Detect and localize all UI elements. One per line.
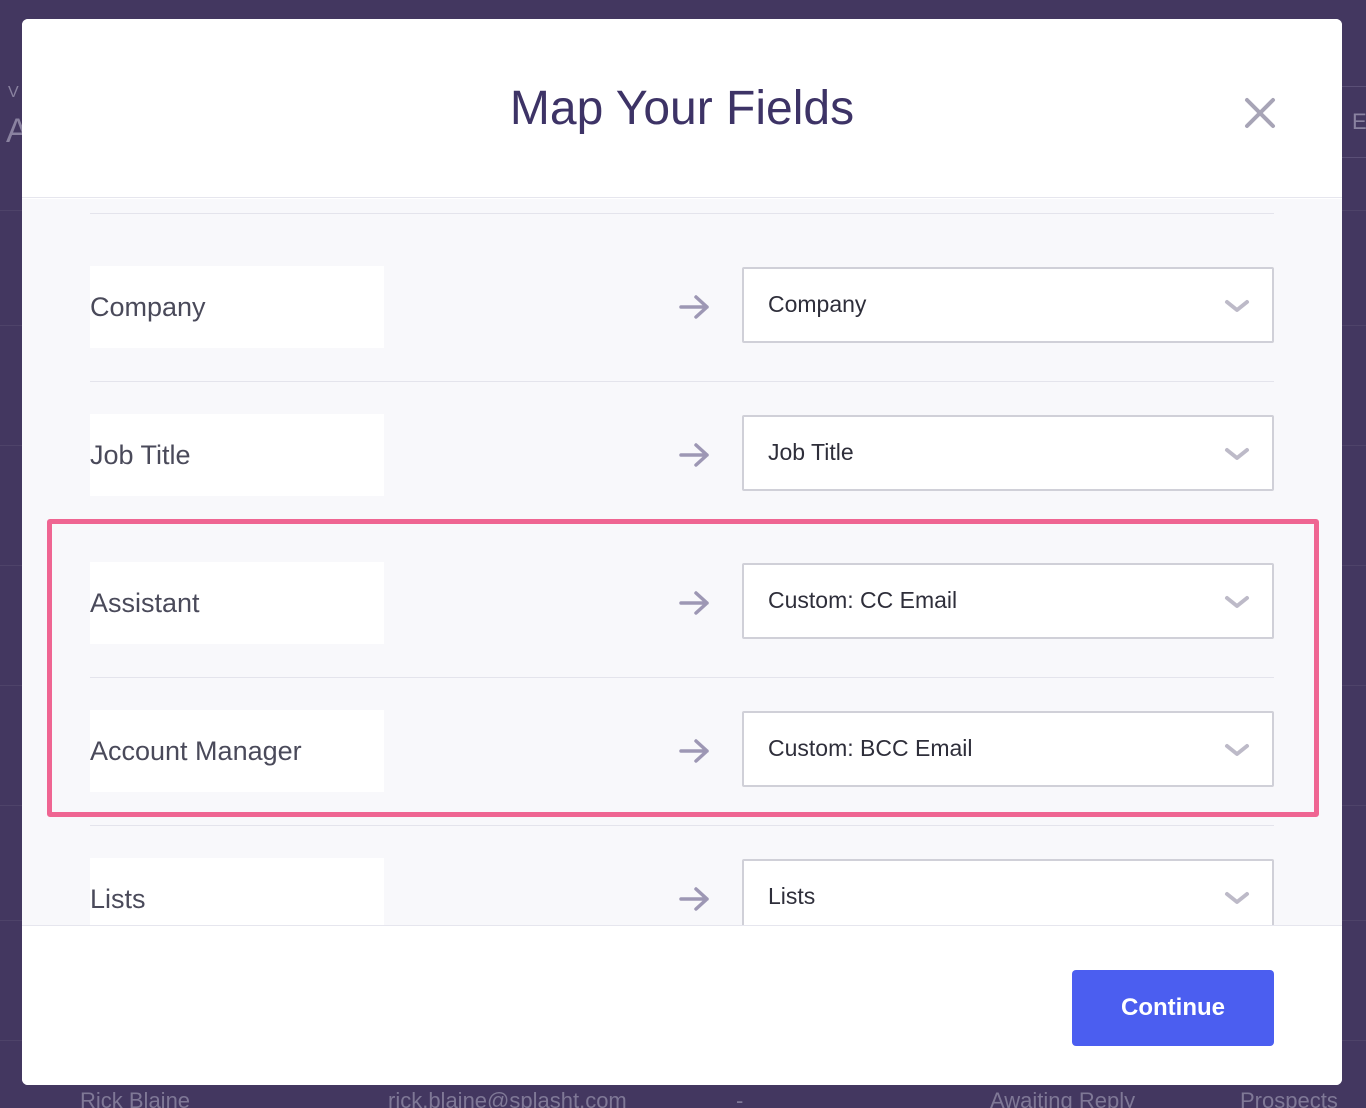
source-field-label: Company	[90, 291, 206, 322]
arrow-right-icon	[678, 736, 712, 766]
background-cell-list: Prospects	[1240, 1088, 1338, 1108]
background-divider	[1342, 920, 1366, 921]
mapping-row: Company Company	[22, 266, 1342, 348]
background-divider	[0, 920, 22, 921]
background-divider	[1342, 210, 1366, 211]
background-divider	[1342, 325, 1366, 326]
arrow-right-icon	[678, 440, 712, 470]
target-field-value: Company	[768, 291, 867, 317]
source-field-label: Account Manager	[90, 735, 302, 766]
arrow-right-icon	[678, 292, 712, 322]
target-field-select[interactable]: Custom: BCC Email	[742, 711, 1274, 787]
background-divider	[0, 805, 22, 806]
background-divider	[0, 325, 22, 326]
field-mapping-list[interactable]: Company Company Job Title Job Title Assi…	[22, 199, 1342, 925]
map-fields-modal: Map Your Fields Company Company Job Titl…	[22, 19, 1342, 1085]
target-field-select[interactable]: Lists	[742, 859, 1274, 925]
source-field: Lists	[90, 858, 384, 925]
background-cell-email: rick.blaine@splasht.com	[388, 1088, 627, 1108]
chevron-down-icon	[1224, 297, 1250, 315]
modal-footer: Continue	[22, 925, 1342, 1085]
target-field-select[interactable]: Custom: CC Email	[742, 563, 1274, 639]
background-divider	[1342, 565, 1366, 566]
background-divider	[1342, 685, 1366, 686]
source-field: Assistant	[90, 562, 384, 644]
source-field-label: Job Title	[90, 439, 191, 470]
close-button[interactable]	[1240, 93, 1280, 133]
background-divider	[0, 210, 22, 211]
background-divider	[0, 565, 22, 566]
mapping-row: Lists Lists	[22, 858, 1342, 925]
source-field: Company	[90, 266, 384, 348]
background-partial-tab-label: E	[1352, 109, 1366, 134]
chevron-down-icon	[1224, 889, 1250, 907]
row-divider	[90, 825, 1274, 826]
target-field-select[interactable]: Job Title	[742, 415, 1274, 491]
source-field-label: Assistant	[90, 587, 200, 618]
target-field-select[interactable]: Company	[742, 267, 1274, 343]
modal-title: Map Your Fields	[509, 82, 855, 135]
arrow-right-icon	[678, 588, 712, 618]
modal-header: Map Your Fields	[22, 19, 1342, 198]
mapping-row: Account Manager Custom: BCC Email	[22, 710, 1342, 792]
target-field-value: Job Title	[768, 439, 854, 465]
arrow-right-icon	[678, 884, 712, 914]
background-cell-status: Awaiting Reply	[990, 1088, 1136, 1108]
chevron-down-icon	[1224, 445, 1250, 463]
background-partial-tab: E	[1342, 86, 1366, 158]
background-divider	[1342, 1040, 1366, 1041]
background-divider	[0, 1040, 22, 1041]
source-field: Job Title	[90, 414, 384, 496]
mapping-row: Assistant Custom: CC Email	[22, 562, 1342, 644]
background-divider	[0, 445, 22, 446]
row-divider	[90, 381, 1274, 382]
chevron-down-icon	[1224, 593, 1250, 611]
target-field-value: Custom: CC Email	[768, 587, 958, 613]
background-cell-name: Rick Blaine	[80, 1088, 191, 1108]
background-partial-label: V	[8, 84, 19, 101]
background-divider	[1342, 445, 1366, 446]
source-field-label: Lists	[90, 883, 146, 914]
close-icon	[1245, 98, 1275, 128]
background-divider	[1342, 805, 1366, 806]
target-field-value: Lists	[768, 883, 816, 909]
mapping-row: Job Title Job Title	[22, 414, 1342, 496]
source-field: Account Manager	[90, 710, 384, 792]
background-divider	[0, 685, 22, 686]
background-cell-dash: -	[736, 1088, 744, 1108]
continue-button[interactable]: Continue	[1072, 970, 1274, 1046]
row-divider	[90, 213, 1274, 214]
row-divider	[90, 677, 1274, 678]
background-table-row: Rick Blaine rick.blaine@splasht.com - Aw…	[0, 1088, 1366, 1108]
chevron-down-icon	[1224, 741, 1250, 759]
target-field-value: Custom: BCC Email	[768, 735, 973, 761]
